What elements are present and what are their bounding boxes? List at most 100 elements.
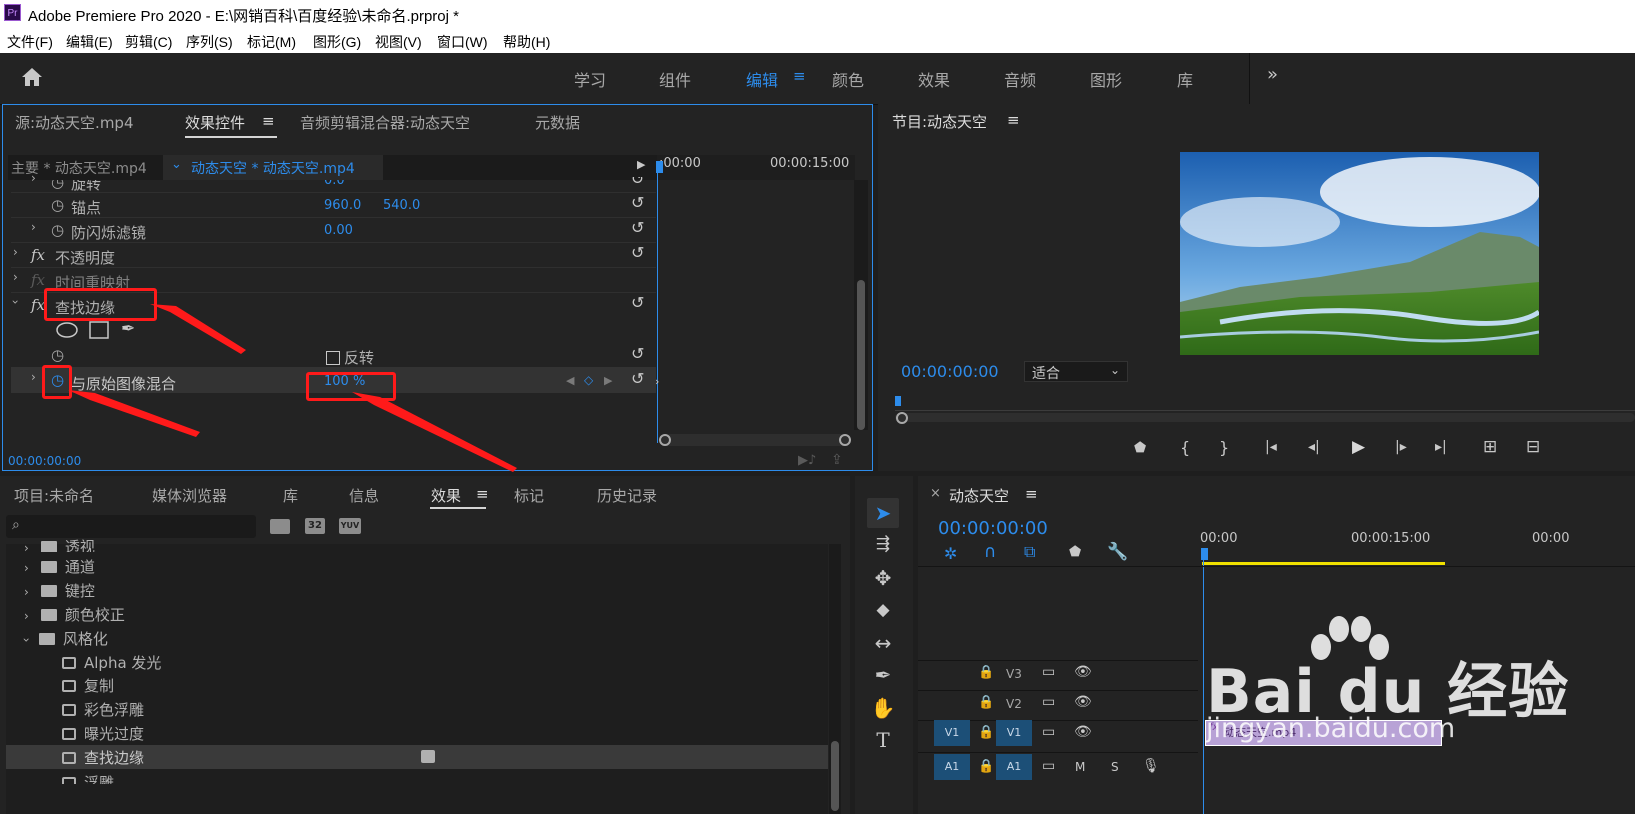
tab-project[interactable]: 项目:未命名 xyxy=(14,485,94,506)
hand-tool[interactable]: ✋ xyxy=(868,696,898,720)
program-monitor-title[interactable]: 节目:动态天空 xyxy=(892,111,987,132)
tree-label: 透视 xyxy=(64,538,95,552)
effect-icon xyxy=(62,704,76,716)
track-select-tool[interactable]: ⇶ xyxy=(868,534,898,554)
selection-tool[interactable]: ➤ xyxy=(868,501,898,525)
effect-icon xyxy=(62,680,76,692)
timeline-playhead[interactable] xyxy=(1201,548,1208,560)
panel-menu-icon[interactable]: ≡ xyxy=(1007,111,1020,129)
add-marker-button[interactable]: ⬟ xyxy=(1134,440,1146,456)
tree-label: 查找边缘 xyxy=(84,749,145,767)
ruler-mid: 00:00:15:00 xyxy=(1351,531,1431,546)
tree-effect-replicate[interactable]: 复制 xyxy=(62,675,114,696)
track-target-a1[interactable]: A1 xyxy=(996,754,1032,780)
tree-folder-keying[interactable]: › 键控 xyxy=(24,580,95,601)
tree-folder-channel[interactable]: › 通道 xyxy=(24,556,95,577)
tab-libraries[interactable]: 库 xyxy=(283,485,298,506)
tree-effect-color-emboss[interactable]: 彩色浮雕 xyxy=(62,699,144,720)
solo-button[interactable]: S xyxy=(1111,760,1119,774)
nest-sequences-icon[interactable]: ✲ xyxy=(944,544,957,563)
active-tab-underline xyxy=(430,507,486,509)
mark-out-button[interactable]: } xyxy=(1219,438,1229,457)
add-marker-icon[interactable]: ⬟ xyxy=(1069,544,1081,560)
lock-icon[interactable]: 🔒 xyxy=(978,725,994,740)
timeline-playhead-line xyxy=(1203,560,1204,814)
slip-tool[interactable]: ↔ xyxy=(868,631,898,655)
sync-lock-icon[interactable]: ▭ xyxy=(1042,664,1055,680)
tab-media-browser[interactable]: 媒体浏览器 xyxy=(152,485,227,506)
snap-icon[interactable]: ∩ xyxy=(984,542,996,562)
effects-search-input[interactable] xyxy=(6,515,256,538)
track-name-v2[interactable]: V2 xyxy=(1006,697,1022,711)
lock-icon[interactable]: 🔒 xyxy=(978,759,994,774)
sync-lock-icon[interactable]: ▭ xyxy=(1042,724,1055,740)
track-header-v3 xyxy=(918,660,1198,690)
tab-history[interactable]: 历史记录 xyxy=(597,485,657,506)
program-playhead[interactable] xyxy=(895,396,901,406)
sync-lock-icon[interactable]: ▭ xyxy=(1042,758,1055,774)
yuv-effects-icon[interactable]: YUV xyxy=(339,518,361,534)
folder-icon xyxy=(40,609,57,621)
mark-in-button[interactable]: { xyxy=(1180,438,1190,457)
track-target-v1[interactable]: V1 xyxy=(996,720,1032,746)
tree-effect-emboss[interactable]: 浮雕 xyxy=(62,772,114,784)
ruler-divider xyxy=(918,566,1635,567)
lift-button[interactable]: ⊞ xyxy=(1483,437,1497,457)
sync-lock-icon[interactable]: ▭ xyxy=(1042,694,1055,710)
32bit-effects-icon[interactable]: 32 xyxy=(305,518,325,534)
tree-effect-find-edges[interactable]: 查找边缘 xyxy=(62,747,144,768)
tree-folder-stylize[interactable]: › 风格化 xyxy=(19,628,107,649)
tab-info[interactable]: 信息 xyxy=(349,485,379,506)
tab-markers[interactable]: 标记 xyxy=(514,485,544,506)
lock-icon[interactable]: 🔒 xyxy=(978,695,994,710)
ruler-end: 00:00 xyxy=(1532,531,1570,546)
accelerated-effects-icon[interactable] xyxy=(270,519,290,534)
tree-effect-solarize[interactable]: 曝光过度 xyxy=(62,723,144,744)
folder-icon xyxy=(38,633,55,645)
close-icon[interactable]: × xyxy=(930,486,941,501)
source-patch-v1[interactable]: V1 xyxy=(934,720,970,746)
go-to-in-button[interactable]: |◂ xyxy=(1265,439,1277,455)
ripple-edit-tool[interactable]: ✥ xyxy=(868,566,898,590)
program-zoom-bar[interactable] xyxy=(895,413,1635,422)
razor-tool[interactable]: ◆ xyxy=(868,600,898,620)
folder-icon xyxy=(40,561,57,573)
extract-button[interactable]: ⊟ xyxy=(1526,437,1540,457)
tree-folder-perspective[interactable]: › 透视 xyxy=(24,536,95,552)
timeline-title[interactable]: 动态天空 xyxy=(949,485,1009,506)
tab-effects[interactable]: 效果 xyxy=(431,485,461,506)
type-tool[interactable]: T xyxy=(868,728,898,752)
panel-menu-icon[interactable]: ≡ xyxy=(1025,485,1038,503)
mute-button[interactable]: M xyxy=(1075,760,1085,774)
eye-icon[interactable]: 👁 xyxy=(1074,664,1092,680)
track-name-v3[interactable]: V3 xyxy=(1006,667,1022,681)
linked-selection-icon[interactable]: ⧉ xyxy=(1024,542,1035,562)
work-area-bar[interactable] xyxy=(1202,562,1445,565)
folder-icon xyxy=(40,541,57,552)
fit-dropdown-value: 适合 xyxy=(1032,366,1060,382)
accelerated-badge-icon xyxy=(421,750,435,763)
microphone-icon[interactable]: 🎙 xyxy=(1142,758,1160,774)
eye-icon[interactable]: 👁 xyxy=(1074,724,1092,740)
timeline-timecode[interactable]: 00:00:00:00 xyxy=(938,518,1048,539)
program-timecode[interactable]: 00:00:00:00 xyxy=(901,362,999,381)
pen-tool[interactable]: ✒ xyxy=(868,663,898,687)
effects-scrollbar-thumb[interactable] xyxy=(831,741,839,811)
tree-effect-alpha-glow[interactable]: Alpha 发光 xyxy=(62,652,161,673)
lock-icon[interactable]: 🔒 xyxy=(978,665,994,680)
step-forward-button[interactable]: |▸ xyxy=(1395,439,1407,455)
zoom-handle-left[interactable] xyxy=(896,412,908,424)
source-patch-a1[interactable]: A1 xyxy=(934,754,970,780)
tree-folder-color-correction[interactable]: › 颜色校正 xyxy=(24,604,125,625)
play-button[interactable]: ▶ xyxy=(1352,437,1365,457)
program-video-frame[interactable] xyxy=(1180,152,1539,355)
eye-icon[interactable]: 👁 xyxy=(1074,694,1092,710)
tree-label: 复制 xyxy=(84,677,115,695)
ruler-start: 00:00 xyxy=(1200,531,1238,546)
go-to-out-button[interactable]: ▸| xyxy=(1435,439,1447,455)
panel-menu-icon[interactable]: ≡ xyxy=(476,485,489,503)
tree-label: 彩色浮雕 xyxy=(84,701,145,719)
wrench-icon[interactable]: 🔧 xyxy=(1107,542,1128,562)
step-back-button[interactable]: ◂| xyxy=(1308,439,1320,455)
program-scrubber-track[interactable] xyxy=(895,410,1635,411)
